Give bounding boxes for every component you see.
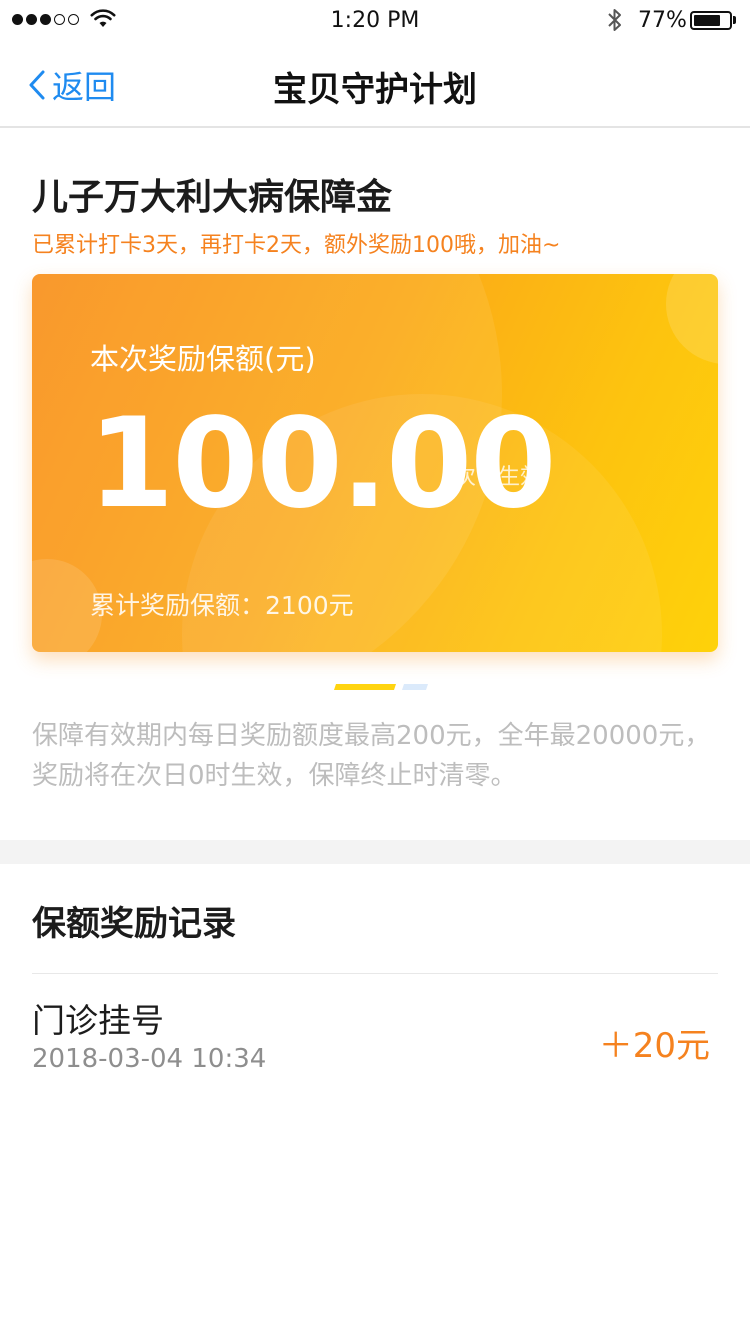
battery-cap bbox=[733, 16, 736, 24]
reward-label: 本次奖励保额(元) bbox=[90, 342, 316, 376]
total-reward: 累计奖励保额：2100元 bbox=[90, 586, 354, 622]
total-reward-label: 累计奖励保额： bbox=[90, 591, 266, 620]
records-title: 保额奖励记录 bbox=[32, 904, 236, 944]
nav-bar: 返回 宝贝守护计划 bbox=[0, 40, 750, 128]
card-decoration bbox=[666, 274, 718, 364]
page-indicator-active bbox=[334, 684, 396, 690]
record-time: 2018-03-04 10:34 bbox=[32, 1044, 267, 1074]
checkin-progress-text: 已累计打卡3天，再打卡2天，额外奖励100哦，加油~ bbox=[32, 233, 561, 258]
section-divider bbox=[0, 840, 750, 864]
total-reward-value: 2100元 bbox=[265, 591, 354, 620]
battery-fill bbox=[694, 15, 720, 26]
reward-rules-text: 保障有效期内每日奖励额度最高200元，全年最20000元，奖励将在次日0时生效，… bbox=[32, 721, 711, 791]
page-title: 宝贝守护计划 bbox=[273, 70, 477, 110]
battery-icon bbox=[690, 11, 732, 30]
page-indicator bbox=[334, 684, 428, 690]
effective-note: 次日生效 bbox=[454, 465, 543, 490]
status-bar: 1:20 PM 77% bbox=[0, 0, 750, 40]
list-item[interactable]: 门诊挂号 2018-03-04 10:34 ＋20元 bbox=[32, 974, 718, 1094]
bluetooth-icon bbox=[608, 9, 621, 31]
plan-title: 儿子万大利大病保障金 bbox=[32, 177, 393, 218]
reward-card[interactable]: 本次奖励保额(元) 100.00 次日生效 累计奖励保额：2100元 bbox=[32, 274, 718, 652]
battery-percent: 77% bbox=[638, 8, 687, 33]
record-name: 门诊挂号 bbox=[32, 1001, 164, 1040]
record-amount: ＋20元 bbox=[598, 1026, 710, 1066]
page-indicator-inactive bbox=[402, 684, 428, 690]
